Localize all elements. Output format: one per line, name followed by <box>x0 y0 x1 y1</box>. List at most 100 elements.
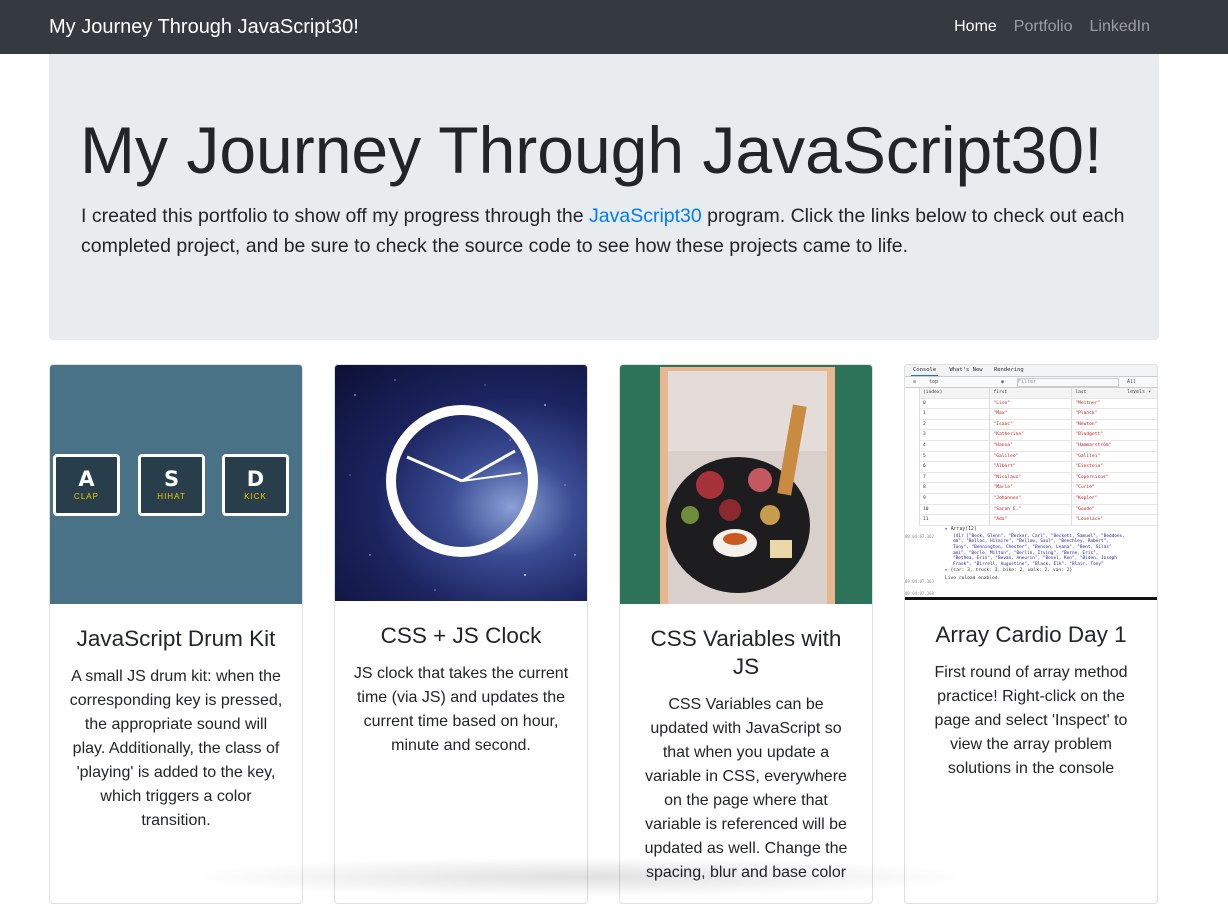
nav-link-portfolio[interactable]: Portfolio <box>1014 16 1073 38</box>
console-table-cell: "Lise" <box>989 398 1071 409</box>
console-table-cell: "Sarah E." <box>989 504 1071 515</box>
eye-icon: ◉ <box>1001 379 1005 385</box>
console-table-header-cell: first <box>989 388 1071 398</box>
console-table-cell: 0 <box>919 398 989 409</box>
clock-image[interactable] <box>335 365 587 601</box>
console-table-row: 2 "Isaac" "Newton" <box>919 419 1157 431</box>
console-table-cell: "Hammarström" <box>1071 440 1157 451</box>
block-icon: ⊘ <box>913 379 917 385</box>
console-table-cell: "Marie" <box>989 483 1071 493</box>
console-table-cell: 4 <box>919 440 989 451</box>
console-table: (index) first last 0 "Lise" "Meitner" 1 "Max" "P… <box>919 388 1157 526</box>
console-timestamp: 09:04:07.362 <box>905 534 934 539</box>
console-reload-line: Live reload enabled. <box>945 576 1001 582</box>
nav-link-linkedin[interactable]: LinkedIn <box>1090 16 1151 38</box>
drum-key-sound: KICK <box>244 492 267 501</box>
clock-face-graphic <box>349 379 576 591</box>
card-text: JS clock that takes the current time (vi… <box>353 665 569 754</box>
card-body: JavaScript Drum Kit A small JS drum kit:… <box>50 625 302 833</box>
devtools-toolbar: ⊘ top ◉ Filter All levels ▾ <box>905 377 1157 395</box>
card-title[interactable]: JavaScript Drum Kit <box>68 625 284 653</box>
console-table-cell: "Galilei" <box>1071 451 1157 462</box>
javascript30-link[interactable]: JavaScript30 <box>589 205 702 227</box>
card-title[interactable]: CSS + JS Clock <box>353 622 569 650</box>
console-table-cell: "Max" <box>989 409 1071 419</box>
page-title: My Journey Through JavaScript30! <box>80 113 1103 187</box>
jumbotron: My Journey Through JavaScript30! I creat… <box>49 54 1159 340</box>
console-table-cell: "Goode" <box>1071 504 1157 515</box>
nav-links: Home Portfolio LinkedIn <box>954 16 1150 38</box>
console-table-row: 8 "Marie" "Curie" <box>919 483 1157 494</box>
console-log-block: (41) ["Beck, Glenn", "Becker, Carl", "Be… <box>953 534 1157 568</box>
card-body: Array Cardio Day 1 First round of array … <box>905 621 1157 781</box>
devtools-tab: Rendering <box>993 367 1024 373</box>
console-table-cell: "Copernicus" <box>1071 472 1157 483</box>
console-table-row: 1 "Max" "Planck" <box>919 409 1157 420</box>
console-table-cell: "Ada" <box>989 515 1071 525</box>
console-table-cell: 6 <box>919 462 989 472</box>
console-table-cell: "Hanna" <box>989 440 1071 451</box>
console-table-cell: "Meitner" <box>1071 398 1157 409</box>
console-table-row: 6 "Albert" "Einstein" <box>919 462 1157 473</box>
console-table-cell: "Newton" <box>1071 419 1157 430</box>
console-table-cell: 10 <box>919 504 989 515</box>
console-table-cell: "Nicolaus" <box>989 472 1071 483</box>
project-card-css-variables[interactable]: CSS Variables with JS CSS Variables can … <box>619 364 873 904</box>
console-table-row: 7 "Nicolaus" "Copernicus" <box>919 472 1157 484</box>
card-text: First round of array method practice! Ri… <box>934 664 1128 777</box>
project-card-clock[interactable]: CSS + JS Clock JS clock that takes the c… <box>334 364 588 904</box>
navbar: My Journey Through JavaScript30! Home Po… <box>0 0 1228 54</box>
console-timestamp: 09:04:07.368 <box>905 591 934 596</box>
console-table-cell: "Isaac" <box>989 419 1071 430</box>
drum-key-letter: D <box>246 467 265 491</box>
console-table-row: 5 "Galileo" "Galilei" <box>919 451 1157 463</box>
drum-key-a: A CLAP <box>53 454 120 516</box>
clock-hand-hour <box>406 455 463 483</box>
charcuterie-photo-graphic <box>660 367 835 604</box>
card-title[interactable]: CSS Variables with JS <box>638 625 854 681</box>
drum-kit-image[interactable]: A CLAP S HIHAT D KICK <box>50 365 302 604</box>
console-table-cell: 2 <box>919 419 989 430</box>
console-table-cell: "Einstein" <box>1071 462 1157 472</box>
console-table-header: (index) first last <box>919 388 1157 399</box>
console-table-row: 11 "Ada" "Lovelace" <box>919 515 1157 526</box>
console-table-cell: "Planck" <box>1071 409 1157 419</box>
console-table-row: 0 "Lise" "Meitner" <box>919 398 1157 410</box>
console-table-row: 4 "Hanna" "Hammarström" <box>919 440 1157 452</box>
devtools-tab: Console <box>911 365 939 376</box>
context-select: top <box>929 379 939 385</box>
console-table-cell: "Katherine" <box>989 430 1071 440</box>
drum-key-d: D KICK <box>222 454 289 516</box>
console-table-cell: 5 <box>919 451 989 462</box>
console-table-row: 10 "Sarah E." "Goode" <box>919 504 1157 516</box>
drum-key-s: S HIHAT <box>138 454 205 516</box>
console-table-cell: 8 <box>919 483 989 493</box>
console-table-cell: "Lovelace" <box>1071 515 1157 525</box>
project-card-array-cardio[interactable]: Console What's New Rendering ⊘ top ◉ Fil… <box>904 364 1158 904</box>
card-title[interactable]: Array Cardio Day 1 <box>923 621 1139 649</box>
console-table-cell: "Albert" <box>989 462 1071 472</box>
console-table-cell: "Galileo" <box>989 451 1071 462</box>
console-table-cell: 7 <box>919 472 989 483</box>
charcuterie-image[interactable] <box>620 365 872 604</box>
console-table-cell: 9 <box>919 493 989 504</box>
project-card-drum-kit[interactable]: A CLAP S HIHAT D KICK JavaScript Drum Ki… <box>49 364 303 904</box>
console-table-header-cell: (index) <box>919 388 989 398</box>
navbar-brand[interactable]: My Journey Through JavaScript30! <box>49 14 359 40</box>
card-body: CSS + JS Clock JS clock that takes the c… <box>335 622 587 758</box>
drum-key-sound: CLAP <box>74 492 99 501</box>
filter-input: Filter <box>1017 378 1119 387</box>
intro-text: I created this portfolio to show off my … <box>81 201 1141 261</box>
nav-link-home[interactable]: Home <box>954 16 997 38</box>
levels-select: All levels ▾ <box>1127 379 1152 395</box>
console-bottom-bar <box>905 597 1157 600</box>
console-table-cell: "Curie" <box>1071 483 1157 493</box>
console-table-cell: 1 <box>919 409 989 419</box>
devtools-tab: What's New <box>949 367 983 373</box>
console-table-cell: "Kepler" <box>1071 493 1157 504</box>
drum-key-letter: S <box>163 467 180 491</box>
console-object-line: ▸ {car: 3, truck: 3, bike: 2, walk: 2, v… <box>945 568 1073 574</box>
console-screenshot-image[interactable]: Console What's New Rendering ⊘ top ◉ Fil… <box>905 365 1157 600</box>
devtools-tabs: Console What's New Rendering <box>905 365 1157 377</box>
console-table-row: 9 "Johannes" "Kepler" <box>919 493 1157 505</box>
